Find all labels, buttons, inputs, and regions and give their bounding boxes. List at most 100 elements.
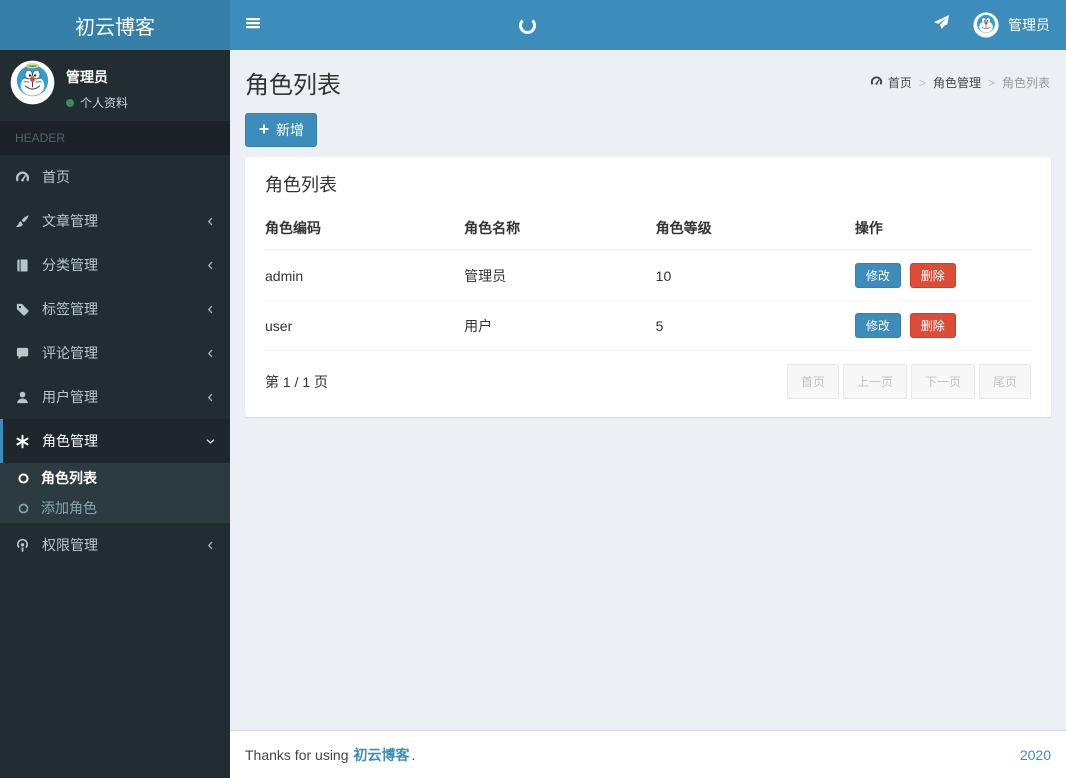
footer-text: Thanks for using [245, 746, 349, 763]
sidebar-menu: 首页 文章管理 分类管理 标签管理 评论管理 用户管理 角色管理 角色列表 添加… [0, 155, 230, 567]
delete-button[interactable]: 删除 [909, 263, 956, 288]
profile-link[interactable]: 个人资料 [66, 94, 128, 111]
panel-title: 角色列表 [265, 175, 337, 195]
chevron-left-icon [205, 304, 216, 315]
footer-year: 2020 [1019, 746, 1051, 763]
content-header: 角色列表 首页 > 角色管理 > 角色列表 [230, 50, 1066, 100]
sidebar-toggle-button[interactable] [230, 0, 276, 50]
sidebar-item-articles[interactable]: 文章管理 [0, 199, 230, 243]
page-title: 角色列表 [245, 72, 341, 99]
table-row: admin 管理员 10 修改 删除 [265, 250, 1031, 301]
panel-footer: 第 1 / 1 页 首页 上一页 下一页 尾页 [245, 351, 1051, 417]
pagination-info: 第 1 / 1 页 [265, 373, 329, 390]
cell-role-name: 管理员 [464, 250, 656, 301]
cell-role-name: 用户 [464, 300, 656, 351]
circle-o-icon [17, 472, 41, 485]
sidebar-item-categories[interactable]: 分类管理 [0, 243, 230, 287]
roles-submenu: 角色列表 添加角色 [0, 463, 230, 523]
pagination: 首页 上一页 下一页 尾页 [786, 364, 1031, 399]
tag-icon [15, 302, 42, 317]
pagination-first-button[interactable]: 首页 [786, 364, 839, 399]
main-header: 初云博客 管理员 [0, 0, 1066, 50]
content-wrapper: 角色列表 首页 > 角色管理 > 角色列表 新增 角色列表 角色编码 角色名称 … [230, 50, 1066, 730]
cell-role-level: 5 [655, 300, 855, 351]
breadcrumb-section[interactable]: 角色管理 [933, 74, 981, 91]
edit-button[interactable]: 修改 [854, 263, 901, 288]
pagination-prev-button[interactable]: 上一页 [842, 364, 907, 399]
plus-icon [258, 122, 270, 138]
sidebar-item-label: 角色管理 [42, 433, 98, 449]
footer-brand-link[interactable]: 初云博客 [354, 745, 410, 765]
sidebar-subitem-role-list[interactable]: 角色列表 [0, 463, 230, 493]
footer-text-suffix: . [411, 746, 416, 763]
chevron-down-icon [205, 436, 216, 447]
cell-role-code: user [265, 300, 465, 351]
edit-button[interactable]: 修改 [854, 313, 901, 338]
sidebar-item-label: 文章管理 [42, 213, 98, 229]
sidebar-user-panel: 管理员 个人资料 [0, 50, 230, 121]
hamburger-icon [245, 15, 261, 36]
column-header-role-code: 角色编码 [265, 207, 465, 251]
navbar-avatar [973, 12, 999, 38]
navbar-username: 管理员 [1008, 17, 1050, 33]
sidebar-item-tags[interactable]: 标签管理 [0, 287, 230, 331]
chevron-left-icon [205, 216, 216, 227]
sidebar-item-home[interactable]: 首页 [0, 155, 230, 199]
delete-button[interactable]: 删除 [909, 313, 956, 338]
sidebar: 管理员 个人资料 HEADER 首页 文章管理 分类管理 标签管理 评论管理 用… [0, 50, 230, 778]
online-status-icon [66, 98, 74, 107]
book-icon [15, 258, 42, 273]
pagination-next-button[interactable]: 下一页 [910, 364, 975, 399]
sidebar-item-comments[interactable]: 评论管理 [0, 331, 230, 375]
top-navbar: 管理员 [230, 0, 1066, 50]
sidebar-item-label: 首页 [42, 169, 70, 185]
add-role-button-label: 新增 [276, 122, 304, 138]
breadcrumb-separator: > [987, 75, 995, 90]
sidebar-section-label: HEADER [0, 121, 230, 155]
cell-actions: 修改 删除 [854, 250, 1031, 301]
panel-body: 角色编码 角色名称 角色等级 操作 admin 管理员 10 修改 删除 use… [245, 205, 1051, 351]
breadcrumb-home[interactable]: 首页 [870, 74, 912, 91]
user-menu[interactable]: 管理员 [963, 0, 1066, 50]
sidebar-item-permissions[interactable]: 权限管理 [0, 523, 230, 567]
circle-o-icon [17, 502, 41, 515]
main-footer: Thanks for using 初云博客 . 2020 [230, 730, 1066, 778]
paintbrush-icon [15, 214, 42, 229]
pagination-last-button[interactable]: 尾页 [978, 364, 1031, 399]
user-icon [15, 390, 42, 405]
breadcrumb-separator: > [918, 75, 926, 90]
podcast-icon [15, 538, 42, 553]
column-header-role-level: 角色等级 [655, 207, 855, 251]
add-role-button[interactable]: 新增 [245, 113, 317, 147]
paper-plane-icon [933, 14, 950, 36]
sidebar-item-roles[interactable]: 角色管理 [0, 419, 230, 463]
column-header-actions: 操作 [854, 207, 1031, 251]
sidebar-item-users[interactable]: 用户管理 [0, 375, 230, 419]
column-header-role-name: 角色名称 [464, 207, 656, 251]
chevron-left-icon [205, 348, 216, 359]
cell-role-level: 10 [655, 250, 855, 301]
dashboard-icon [15, 170, 42, 185]
toolbar: 新增 [230, 100, 1066, 147]
dashboard-icon [870, 75, 883, 91]
profile-link-label: 个人资料 [80, 96, 129, 110]
asterisk-icon [15, 434, 42, 449]
breadcrumb-current-label: 角色列表 [1001, 76, 1050, 90]
panel-header: 角色列表 [245, 157, 1051, 205]
breadcrumb-home-label: 首页 [887, 76, 912, 90]
send-button[interactable] [919, 0, 963, 50]
sidebar-subitem-label: 添加角色 [41, 500, 97, 516]
brand-logo[interactable]: 初云博客 [0, 0, 230, 50]
table-row: user 用户 5 修改 删除 [265, 300, 1031, 351]
roles-table: 角色编码 角色名称 角色等级 操作 admin 管理员 10 修改 删除 use… [265, 207, 1031, 351]
cell-actions: 修改 删除 [854, 300, 1031, 351]
brand-logo-text: 初云博客 [75, 16, 155, 39]
sidebar-subitem-add-role[interactable]: 添加角色 [0, 493, 230, 523]
breadcrumb-section-label: 角色管理 [932, 76, 981, 90]
sidebar-item-label: 标签管理 [42, 301, 98, 317]
table-header-row: 角色编码 角色名称 角色等级 操作 [265, 207, 1031, 251]
breadcrumb-current: 角色列表 [1002, 74, 1050, 91]
comment-icon [15, 346, 42, 361]
loading-spinner-icon [519, 17, 536, 34]
chevron-left-icon [205, 260, 216, 271]
